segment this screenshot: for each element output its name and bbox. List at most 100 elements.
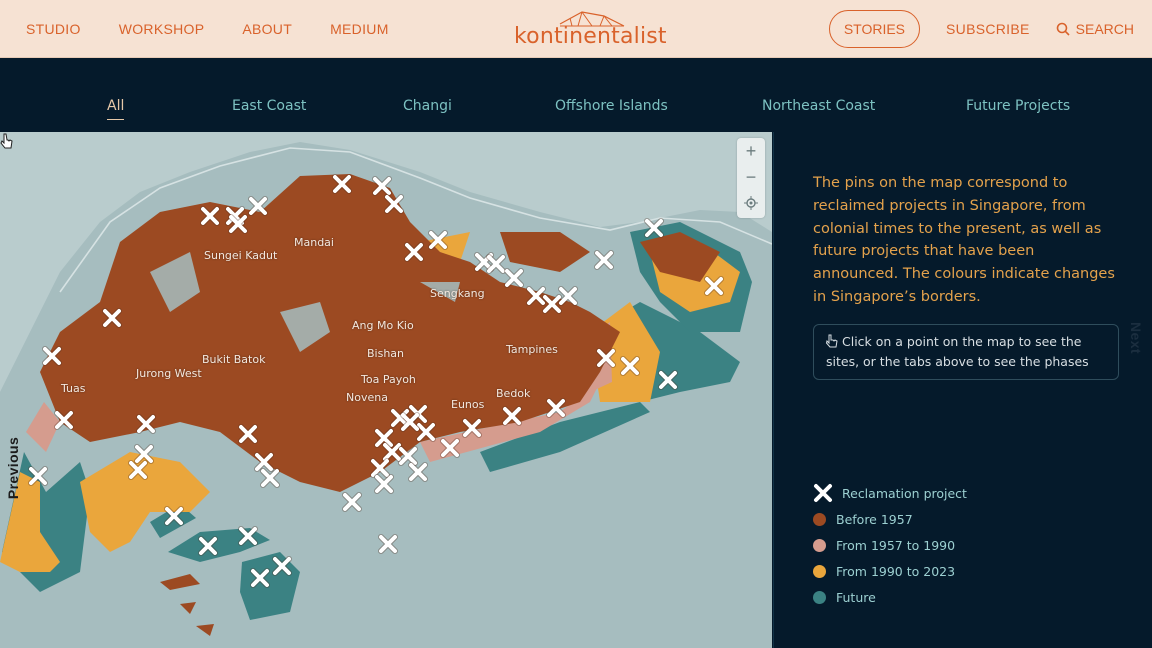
reclamation-pin-icon[interactable] (503, 267, 525, 289)
reclamation-pin-icon[interactable] (53, 409, 75, 431)
reclamation-map[interactable]: Mandai Sungei Kadut Sengkang Ang Mo Kio … (0, 132, 772, 648)
nav-left: STUDIO WORKSHOP ABOUT MEDIUM (26, 0, 389, 57)
legend-item: Future (813, 584, 967, 610)
reclamation-pin-icon[interactable] (545, 397, 567, 419)
place-label: Bukit Batok (202, 353, 266, 366)
reclamation-pin-icon[interactable] (703, 275, 725, 297)
place-label: Tampines (506, 343, 558, 356)
reclamation-pin-icon[interactable] (399, 411, 421, 433)
reclamation-pin-icon[interactable] (197, 535, 219, 557)
island-south-2 (180, 602, 196, 614)
legend-item: From 1957 to 1990 (813, 532, 967, 558)
place-label: Eunos (451, 398, 485, 411)
reclamation-pin-icon[interactable] (163, 505, 185, 527)
reclamation-pin-icon[interactable] (341, 491, 363, 513)
reclamation-pin-icon[interactable] (593, 249, 615, 271)
phase-tabs: All East Coast Changi Offshore Islands N… (0, 58, 1152, 132)
reclamation-pin-icon[interactable] (657, 369, 679, 391)
reclamation-pin-icon[interactable] (619, 355, 641, 377)
hint-text: Click on a point on the map to see the s… (826, 334, 1089, 369)
place-label: Sengkang (430, 287, 485, 300)
swatch-1957-1990 (813, 538, 826, 552)
reclamation-pin-icon[interactable] (237, 525, 259, 547)
reclamation-pin-icon[interactable] (237, 423, 259, 445)
reclamation-pin-icon[interactable] (41, 345, 63, 367)
reclamation-pin-icon[interactable] (407, 461, 429, 483)
reclamation-pin-icon[interactable] (227, 213, 249, 235)
swatch-before-1957 (813, 512, 826, 526)
top-navigation: STUDIO WORKSHOP ABOUT MEDIUM kontinental… (0, 0, 1152, 58)
intro-text: The pins on the map correspond to reclai… (813, 175, 1115, 305)
swatch-1990-2023 (813, 564, 826, 578)
place-label: Jurong West (136, 367, 202, 380)
place-label: Mandai (294, 236, 334, 249)
tab-all[interactable]: All (107, 98, 125, 120)
brand-logo[interactable]: kontinentalist (512, 10, 667, 50)
previous-button[interactable]: Previous (5, 437, 21, 499)
swatch-future (813, 590, 826, 604)
legend-label: From 1957 to 1990 (836, 537, 956, 553)
locate-icon (744, 196, 758, 210)
nav-subscribe[interactable]: SUBSCRIBE (946, 21, 1030, 37)
search-button[interactable]: SEARCH (1056, 21, 1134, 37)
reclamation-pin-icon[interactable] (557, 285, 579, 307)
zoom-controls: + − (737, 138, 765, 218)
tab-offshore-islands[interactable]: Offshore Islands (555, 98, 668, 114)
nav-stories[interactable]: STORIES (828, 9, 921, 48)
zoom-out-button[interactable]: − (737, 164, 765, 190)
reclamation-pin-icon[interactable] (595, 347, 617, 369)
nav-medium[interactable]: MEDIUM (330, 21, 389, 37)
place-label: Ang Mo Kio (352, 319, 414, 332)
map-legend: Reclamation project Before 1957 From 195… (813, 480, 967, 610)
tab-changi[interactable]: Changi (403, 98, 452, 114)
place-label: Bedok (496, 387, 531, 400)
nav-workshop[interactable]: WORKSHOP (119, 21, 205, 37)
legend-item: Reclamation project (813, 480, 967, 506)
reclamation-pin-icon[interactable] (199, 205, 221, 227)
reclamation-pin-icon[interactable] (427, 229, 449, 251)
legend-label: Before 1957 (836, 511, 913, 527)
zoom-in-button[interactable]: + (737, 138, 765, 164)
reclamation-pin-icon[interactable] (373, 473, 395, 495)
island-south-1 (160, 574, 200, 590)
reclamation-pin-icon[interactable] (501, 405, 523, 427)
hint-box: Click on a point on the map to see the s… (813, 324, 1119, 380)
place-label: Tuas (61, 382, 86, 395)
hand-cursor-icon (0, 133, 13, 149)
reclamation-pin-icon[interactable] (247, 195, 269, 217)
tab-east-coast[interactable]: East Coast (232, 98, 306, 114)
reclamation-pin-icon[interactable] (643, 217, 665, 239)
locate-button[interactable] (737, 190, 765, 216)
legend-item: Before 1957 (813, 506, 967, 532)
nav-about[interactable]: ABOUT (242, 21, 292, 37)
legend-label: Reclamation project (842, 485, 967, 501)
reclamation-pin-icon[interactable] (383, 193, 405, 215)
reclamation-pin-icon[interactable] (135, 413, 157, 435)
legend-label: From 1990 to 2023 (836, 563, 956, 579)
place-label: Novena (346, 391, 388, 404)
tab-future-projects[interactable]: Future Projects (966, 98, 1070, 114)
island-south-3 (196, 624, 214, 636)
nav-right: STORIES SUBSCRIBE SEARCH (828, 0, 1134, 57)
reclamation-pin-icon[interactable] (439, 437, 461, 459)
reclamation-pin-icon[interactable] (377, 533, 399, 555)
reclamation-pin-icon[interactable] (331, 173, 353, 195)
info-panel: The pins on the map correspond to reclai… (773, 132, 1152, 648)
reclamation-pin-icon[interactable] (249, 567, 271, 589)
reclamation-pin-icon[interactable] (27, 465, 49, 487)
legend-label: Future (836, 589, 876, 605)
reclamation-pin-icon[interactable] (101, 307, 123, 329)
place-label: Toa Payoh (361, 373, 416, 386)
search-icon (1056, 22, 1070, 36)
nav-studio[interactable]: STUDIO (26, 21, 81, 37)
place-label: Bishan (367, 347, 405, 360)
reclamation-pin-icon[interactable] (133, 443, 155, 465)
legend-item: From 1990 to 2023 (813, 558, 967, 584)
north-peninsula (500, 232, 590, 272)
reclamation-pin-icon[interactable] (271, 555, 293, 577)
reclamation-pin-icon[interactable] (259, 467, 281, 489)
reclamation-pin-icon[interactable] (461, 417, 483, 439)
reclamation-pin-icon[interactable] (403, 241, 425, 263)
tab-northeast-coast[interactable]: Northeast Coast (762, 98, 875, 114)
next-button[interactable]: Next (1128, 322, 1144, 354)
